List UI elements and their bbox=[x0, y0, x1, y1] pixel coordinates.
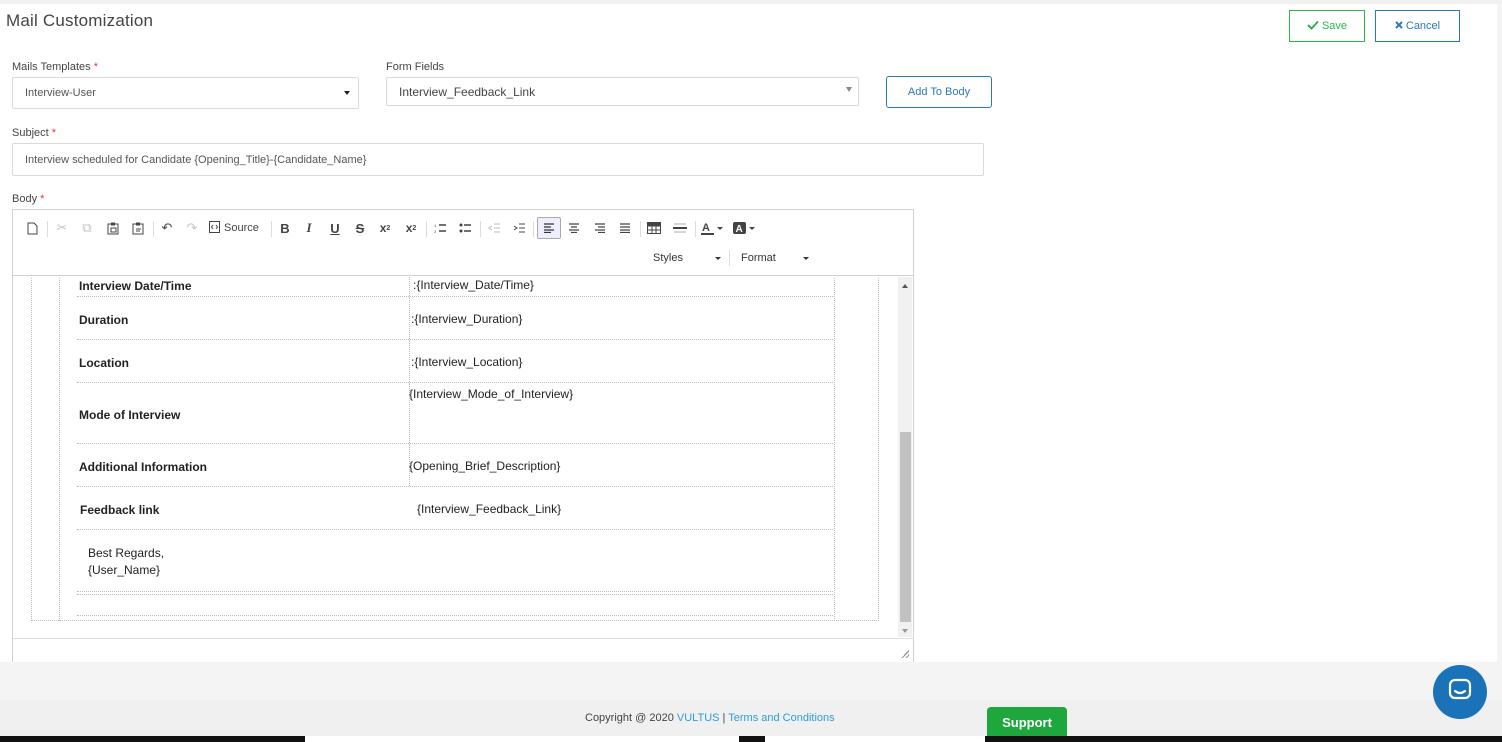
align-center-icon[interactable] bbox=[565, 218, 583, 238]
indent-icon[interactable] bbox=[510, 218, 528, 238]
rich-text-editor[interactable]: ✂ ⧉ ↶ ↷ Source B I U S x2 x2 1 2 A A Sty… bbox=[12, 209, 914, 662]
row-value: {Interview_Mode_of_Interview} bbox=[409, 387, 574, 401]
underline-icon[interactable]: U bbox=[326, 218, 344, 238]
support-button[interactable]: Support bbox=[987, 707, 1067, 737]
chevron-down-icon bbox=[715, 257, 721, 260]
svg-text:1: 1 bbox=[434, 223, 437, 228]
justify-icon[interactable] bbox=[616, 218, 634, 238]
editor-content[interactable]: Interview Date/Time :{Interview_Date/Tim… bbox=[13, 277, 913, 637]
format-label: Format bbox=[741, 252, 776, 264]
numbered-list-icon[interactable]: 12 bbox=[431, 218, 449, 238]
svg-text:A: A bbox=[702, 222, 710, 234]
text-color-icon[interactable]: A bbox=[701, 218, 723, 238]
check-icon bbox=[1307, 20, 1319, 33]
scrollbar-thumb[interactable] bbox=[900, 432, 911, 622]
vultus-link[interactable]: VULTUS bbox=[677, 712, 720, 724]
table-icon[interactable] bbox=[645, 218, 663, 238]
italic-icon[interactable]: I bbox=[300, 218, 318, 238]
editor-toolbar: ✂ ⧉ ↶ ↷ Source B I U S x2 x2 1 2 A A Sty… bbox=[13, 210, 913, 276]
row-value: :{Interview_Duration} bbox=[411, 312, 523, 326]
subject-input[interactable]: Interview scheduled for Candidate {Openi… bbox=[12, 143, 984, 176]
subscript-icon[interactable]: x2 bbox=[376, 218, 394, 238]
bulleted-list-icon[interactable] bbox=[456, 218, 474, 238]
row-key: Mode of Interview bbox=[79, 408, 181, 422]
row-value: :{Interview_Location} bbox=[411, 355, 523, 369]
row-value: {Interview_Feedback_Link} bbox=[417, 502, 562, 516]
paste-icon[interactable] bbox=[104, 218, 122, 238]
page-title: Mail Customization bbox=[6, 11, 154, 30]
save-button[interactable]: Save bbox=[1289, 10, 1365, 42]
table-row: Additional Information {Opening_Brief_De… bbox=[77, 444, 833, 487]
row-value: :{Interview_Date/Time} bbox=[413, 278, 534, 292]
copyright: Copyright @ 2020 VULTUS | Terms and Cond… bbox=[585, 712, 835, 724]
paste-text-icon[interactable] bbox=[129, 218, 147, 238]
required-mark: * bbox=[40, 193, 45, 205]
align-left-icon[interactable] bbox=[537, 217, 561, 239]
mail-customization-panel: Mail Customization Save Cancel Mails Tem… bbox=[0, 4, 1497, 662]
copy-icon[interactable]: ⧉ bbox=[78, 218, 96, 238]
chat-icon bbox=[1448, 678, 1472, 707]
bold-icon[interactable]: B bbox=[276, 218, 294, 238]
chat-launcher-button[interactable] bbox=[1433, 665, 1487, 719]
row-value: {Opening_Brief_Description} bbox=[409, 459, 561, 473]
background-color-icon[interactable]: A bbox=[733, 218, 755, 238]
signature-text: {User_Name} bbox=[88, 563, 161, 577]
scroll-up-icon[interactable] bbox=[902, 284, 908, 288]
chevron-down-icon bbox=[846, 87, 852, 92]
table-row bbox=[77, 594, 833, 616]
scroll-down-icon[interactable] bbox=[902, 629, 908, 633]
source-button[interactable]: Source bbox=[209, 218, 259, 238]
superscript-icon[interactable]: x2 bbox=[402, 218, 420, 238]
signoff-text: Best Regards, bbox=[88, 546, 165, 560]
editor-scrollbar[interactable] bbox=[898, 277, 912, 637]
undo-icon[interactable]: ↶ bbox=[158, 218, 176, 238]
editor-status-bar bbox=[13, 638, 913, 662]
chevron-down-icon bbox=[803, 257, 809, 260]
svg-text:A: A bbox=[736, 224, 743, 235]
table-row: Mode of Interview {Interview_Mode_of_Int… bbox=[77, 383, 833, 444]
cancel-label: Cancel bbox=[1405, 20, 1441, 32]
signature-block: Best Regards, {User_Name} bbox=[77, 530, 833, 592]
subject-label: Subject * bbox=[12, 127, 57, 139]
row-key: Interview Date/Time bbox=[79, 279, 192, 293]
new-page-icon[interactable] bbox=[23, 218, 41, 238]
cut-icon[interactable]: ✂ bbox=[53, 218, 71, 238]
redo-icon[interactable]: ↷ bbox=[183, 218, 201, 238]
mails-templates-label: Mails Templates * bbox=[12, 61, 99, 73]
add-to-body-button[interactable]: Add To Body bbox=[886, 76, 992, 108]
table-row: Interview Date/Time :{Interview_Date/Tim… bbox=[77, 277, 833, 297]
footer: Copyright @ 2020 VULTUS | Terms and Cond… bbox=[0, 700, 1502, 736]
form-fields-label: Form Fields bbox=[386, 61, 445, 73]
svg-text:2: 2 bbox=[434, 229, 437, 234]
align-right-icon[interactable] bbox=[591, 218, 609, 238]
table-row: Location :{Interview_Location} bbox=[77, 340, 833, 383]
terms-link[interactable]: Terms and Conditions bbox=[728, 712, 834, 724]
body-label: Body * bbox=[12, 193, 45, 205]
table-row: Duration :{Interview_Duration} bbox=[77, 297, 833, 340]
styles-label: Styles bbox=[653, 252, 683, 264]
source-label: Source bbox=[224, 222, 259, 234]
bottom-bar bbox=[0, 736, 1502, 742]
form-fields-select[interactable]: Interview_Feedback_Link bbox=[386, 77, 859, 106]
outdent-icon[interactable] bbox=[485, 218, 503, 238]
format-combo[interactable]: Format bbox=[739, 248, 813, 268]
row-key: Additional Information bbox=[79, 460, 207, 474]
row-key: Feedback link bbox=[80, 503, 160, 517]
mails-templates-select[interactable]: Interview-User bbox=[12, 77, 359, 109]
horizontal-line-icon[interactable] bbox=[671, 218, 689, 238]
source-icon bbox=[209, 220, 220, 236]
resize-handle-icon[interactable] bbox=[901, 650, 909, 658]
required-mark: * bbox=[93, 61, 99, 73]
save-label: Save bbox=[1321, 20, 1348, 32]
row-key: Location bbox=[79, 356, 129, 370]
cancel-button[interactable]: Cancel bbox=[1375, 10, 1460, 42]
chevron-down-icon bbox=[344, 91, 350, 95]
row-key: Duration bbox=[79, 313, 129, 327]
table-row: Feedback link {Interview_Feedback_Link} bbox=[77, 487, 833, 530]
required-mark: * bbox=[51, 127, 57, 139]
close-icon bbox=[1395, 20, 1403, 32]
strikethrough-icon[interactable]: S bbox=[351, 218, 369, 238]
styles-combo[interactable]: Styles bbox=[651, 248, 725, 268]
